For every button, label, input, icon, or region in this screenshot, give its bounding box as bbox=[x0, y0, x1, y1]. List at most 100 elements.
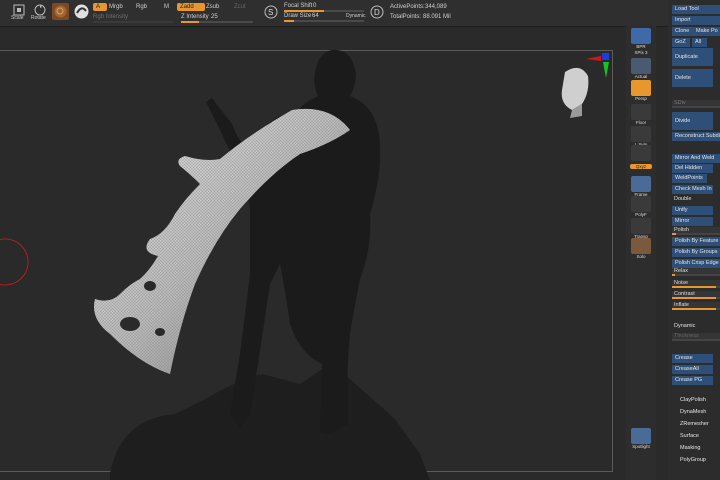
draw-size-value: 64 bbox=[312, 13, 319, 19]
zsub-toggle[interactable]: Zsub bbox=[206, 4, 219, 10]
crease-pg-button[interactable]: Crease PG bbox=[672, 376, 713, 385]
sculpt-model-render[interactable] bbox=[0, 34, 626, 480]
import-button[interactable]: Import bbox=[672, 16, 720, 25]
polish-crisp-edges-button[interactable]: Polish Crisp Edge bbox=[672, 259, 720, 268]
svg-text:S: S bbox=[268, 8, 273, 17]
bpr-button[interactable]: BPR bbox=[630, 28, 652, 49]
double-toggle[interactable]: Double bbox=[674, 196, 691, 202]
duplicate-button[interactable]: Duplicate bbox=[672, 48, 713, 66]
floor-icon bbox=[631, 104, 651, 120]
a-toggle[interactable]: A bbox=[93, 3, 107, 11]
draw-icon: D bbox=[370, 5, 384, 19]
polish-slider[interactable]: Polish bbox=[672, 227, 720, 235]
crease-button[interactable]: Crease bbox=[672, 354, 713, 363]
z-intensity-fill bbox=[181, 21, 199, 23]
divide-button[interactable]: Divide bbox=[672, 112, 713, 130]
zremesher-section[interactable]: ZRemesher bbox=[680, 421, 709, 427]
goz-button[interactable]: GoZ bbox=[672, 38, 690, 47]
weldpoints-button[interactable]: WeldPoints bbox=[672, 174, 707, 183]
solo-icon bbox=[631, 238, 651, 254]
figure-silhouette bbox=[230, 49, 381, 434]
active-points-value: 344,089 bbox=[425, 4, 447, 10]
mirror-and-weld-button[interactable]: Mirror And Weld bbox=[672, 154, 720, 163]
thickness-slider[interactable]: Thickness bbox=[672, 333, 720, 341]
lsym-button[interactable]: L.Sym bbox=[630, 126, 652, 147]
surface-section[interactable]: Surface bbox=[680, 433, 699, 439]
transp-icon bbox=[631, 218, 651, 234]
total-points-label: TotalPoints: bbox=[390, 14, 422, 20]
solo-button[interactable]: Solo bbox=[630, 238, 652, 259]
rgb-intensity-label: Rgb Intensity bbox=[93, 14, 129, 20]
axis-gizmo-icon[interactable] bbox=[586, 53, 609, 78]
draw-size-slider[interactable] bbox=[284, 20, 364, 22]
polish-by-groups-button[interactable]: Polish By Groups bbox=[672, 248, 720, 257]
z-intensity-slider[interactable] bbox=[181, 21, 253, 23]
make-polymesh-button[interactable]: Make Po bbox=[693, 27, 720, 36]
z-intensity-value: 25 bbox=[211, 14, 218, 20]
floor-button[interactable]: Floor bbox=[630, 104, 652, 125]
polyf-button[interactable]: PolyF bbox=[630, 196, 652, 217]
draw-size-fill bbox=[284, 20, 294, 22]
orientation-head-icon[interactable] bbox=[561, 67, 589, 118]
inflate-slider[interactable]: Inflate bbox=[672, 302, 720, 310]
actual-button[interactable]: Actual bbox=[630, 58, 652, 79]
spix-value: 3 bbox=[645, 50, 648, 55]
masking-section[interactable]: Masking bbox=[680, 445, 700, 451]
lock-icon[interactable] bbox=[630, 145, 652, 161]
goz-all-button[interactable]: All bbox=[692, 38, 707, 47]
reconstruct-subdiv-button[interactable]: Reconstruct Subdi bbox=[672, 132, 720, 141]
persp-label: Persp bbox=[635, 96, 647, 101]
solo-label: Solo bbox=[636, 254, 646, 259]
material-swatch[interactable] bbox=[52, 3, 69, 20]
svg-text:D: D bbox=[374, 8, 380, 17]
texture-swatch[interactable] bbox=[73, 3, 90, 20]
top-toolbar: Scale Rotate A Mrgb Rgb M Zadd Zsub Zcut… bbox=[0, 0, 720, 27]
polygroup-section[interactable]: PolyGroup bbox=[680, 457, 706, 463]
z-intensity-label: Z Intensity bbox=[181, 14, 209, 20]
polish-by-features-button[interactable]: Polish By Feature bbox=[672, 237, 720, 246]
zadd-toggle[interactable]: Zadd bbox=[177, 3, 205, 11]
transp-button[interactable]: Transp bbox=[630, 218, 652, 239]
polyf-label: PolyF bbox=[635, 212, 647, 217]
contrast-slider[interactable]: Contrast bbox=[672, 291, 720, 299]
sdiv-slider[interactable]: SDiv bbox=[672, 100, 720, 108]
frame-button[interactable]: Frame bbox=[630, 176, 652, 197]
check-mesh-int-button[interactable]: Check Mesh In bbox=[672, 185, 713, 194]
bpr-label: BPR bbox=[636, 44, 646, 49]
canvas-viewport[interactable] bbox=[0, 34, 626, 480]
persp-icon bbox=[631, 80, 651, 96]
creaseall-button[interactable]: CreaseAll bbox=[672, 365, 713, 374]
spotlight-button[interactable]: Spotlight bbox=[630, 428, 652, 449]
dynamic-toggle[interactable]: Dynamic bbox=[346, 13, 365, 19]
dynamic-toggle-panel[interactable]: Dynamic bbox=[674, 323, 695, 329]
unify-button[interactable]: Unify bbox=[672, 206, 713, 215]
delete-button[interactable]: Delete bbox=[672, 69, 713, 87]
del-hidden-button[interactable]: Del Hidden bbox=[672, 164, 713, 173]
mrgb-toggle[interactable]: Mrgb bbox=[109, 4, 123, 10]
total-points-value: 88.091 Mil bbox=[423, 14, 451, 20]
claypolish-section[interactable]: ClayPolish bbox=[680, 397, 706, 403]
mirror-button[interactable]: Mirror bbox=[672, 217, 713, 226]
scale-label: Scale bbox=[11, 15, 24, 21]
persp-button[interactable]: Persp bbox=[630, 80, 652, 101]
noise-slider[interactable]: Noise bbox=[672, 280, 720, 288]
xyz-button[interactable]: Qxyz bbox=[630, 164, 652, 169]
m-toggle[interactable]: M bbox=[164, 4, 169, 10]
clone-button[interactable]: Clone bbox=[672, 27, 693, 36]
cape-hole bbox=[120, 317, 140, 331]
relax-slider[interactable]: Relax bbox=[672, 268, 720, 276]
polyf-icon bbox=[631, 196, 651, 212]
bpr-icon bbox=[631, 28, 651, 44]
rgb-intensity-slider[interactable] bbox=[93, 21, 173, 23]
spix-control[interactable]: SPix 3 bbox=[630, 50, 652, 55]
spotlight-label: Spotlight bbox=[632, 444, 650, 449]
spotlight-icon bbox=[631, 428, 651, 444]
focal-shift-slider[interactable] bbox=[284, 10, 364, 12]
rgb-toggle[interactable]: Rgb bbox=[136, 4, 147, 10]
focal-shift-label: Focal Shift bbox=[284, 3, 313, 9]
draw-size-label: Draw Size bbox=[284, 13, 312, 19]
dynamesh-section[interactable]: DynaMesh bbox=[680, 409, 706, 415]
load-tool-button[interactable]: Load Tool bbox=[672, 5, 720, 14]
zcut-toggle[interactable]: Zcut bbox=[234, 4, 246, 10]
base-silhouette bbox=[110, 364, 430, 480]
